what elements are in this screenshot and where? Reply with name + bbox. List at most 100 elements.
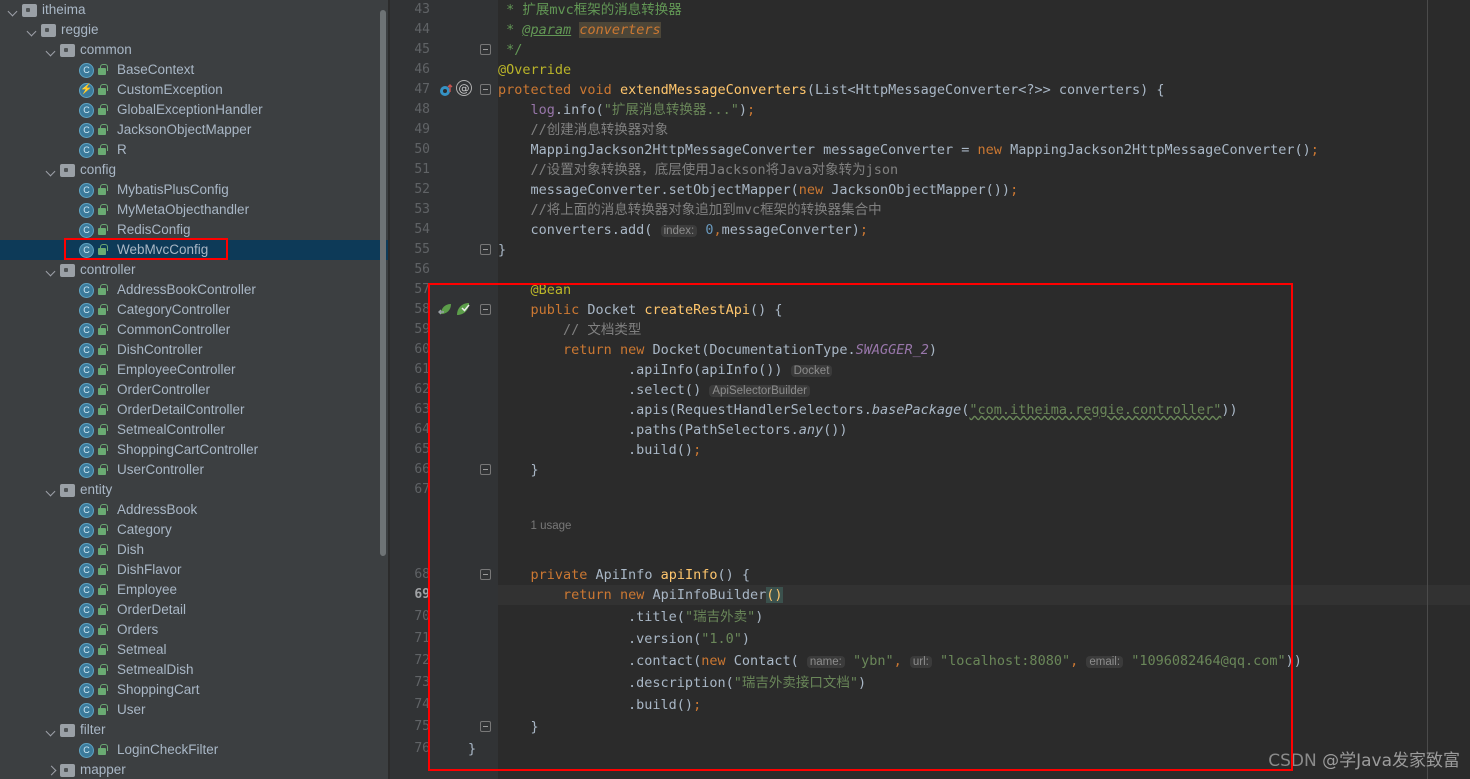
tree-item-shoppingcartcontroller[interactable]: C ShoppingCartController: [0, 440, 390, 460]
tree-item-setmeal[interactable]: C Setmeal: [0, 640, 390, 660]
tree-item-employee[interactable]: C Employee: [0, 580, 390, 600]
line-number-64[interactable]: 64: [390, 420, 430, 440]
tree-item-config[interactable]: config: [0, 160, 390, 180]
spring-bean-icon[interactable]: [455, 301, 471, 317]
tree-item-common[interactable]: common: [0, 40, 390, 60]
line-number-52[interactable]: 52: [390, 180, 430, 200]
code-line-44[interactable]: * @param converters: [498, 20, 661, 40]
line-number-54[interactable]: 54: [390, 220, 430, 240]
tree-item-entity[interactable]: entity: [0, 480, 390, 500]
tree-item-commoncontroller[interactable]: C CommonController: [0, 320, 390, 340]
line-number-60[interactable]: 60: [390, 340, 430, 360]
line-number-53[interactable]: 53: [390, 200, 430, 220]
tree-item-setmealcontroller[interactable]: C SetmealController: [0, 420, 390, 440]
line-number-gutter[interactable]: 43 44 45 46 47 48 49 50 51 52 53 54 55 56 57 58 59 60 61 62…: [390, 0, 476, 779]
line-number-67[interactable]: 67: [390, 480, 430, 500]
code-text-area[interactable]: * 扩展mvc框架的消息转换器 * @param converters */ @…: [468, 0, 1470, 779]
tree-item-r[interactable]: CR: [0, 140, 390, 160]
line-number-44[interactable]: 44: [390, 20, 430, 40]
chevron-down-icon[interactable]: [46, 265, 57, 276]
code-line-64[interactable]: .paths(PathSelectors.any()): [498, 420, 847, 440]
fold-marker-method-58[interactable]: [480, 304, 491, 315]
line-number-57[interactable]: 57: [390, 280, 430, 300]
tree-item-redisconfig[interactable]: C RedisConfig: [0, 220, 390, 240]
tree-item-employeecontroller[interactable]: C EmployeeController: [0, 360, 390, 380]
code-line-69[interactable]: return new ApiInfoBuilder(): [498, 585, 783, 605]
chevron-down-icon[interactable]: [8, 5, 19, 16]
code-editor[interactable]: 43 44 45 46 47 48 49 50 51 52 53 54 55 56 57 58 59 60 61 62…: [390, 0, 1470, 779]
line-number-58[interactable]: 58: [390, 300, 430, 320]
line-number-68[interactable]: 68: [390, 565, 430, 585]
tree-item-itheima[interactable]: itheima: [0, 0, 390, 20]
usage-hint-row[interactable]: 1 usage: [498, 515, 572, 535]
code-line-65[interactable]: .build();: [498, 440, 701, 460]
chevron-down-icon[interactable]: [46, 725, 57, 736]
code-line-63[interactable]: .apis(RequestHandlerSelectors.basePackag…: [498, 400, 1238, 420]
line-number-45[interactable]: 45: [390, 40, 430, 60]
sidebar-vertical-scrollbar[interactable]: [380, 10, 386, 556]
code-line-66[interactable]: }: [498, 460, 539, 480]
tree-item-filter[interactable]: filter: [0, 720, 390, 740]
tree-item-mymetaobjecthandler[interactable]: C MyMetaObjecthandler: [0, 200, 390, 220]
line-number-48[interactable]: 48: [390, 100, 430, 120]
fold-marker-method-68[interactable]: [480, 569, 491, 580]
code-line-59[interactable]: // 文档类型: [498, 320, 641, 340]
tree-item-customexception[interactable]: ⚡ CustomException: [0, 80, 390, 100]
line-number-55[interactable]: 55: [390, 240, 430, 260]
code-line-46[interactable]: @Override: [498, 60, 571, 80]
code-line-62[interactable]: .select() ApiSelectorBuilder: [498, 380, 810, 400]
tree-item-orderdetail[interactable]: C OrderDetail: [0, 600, 390, 620]
line-number-51[interactable]: 51: [390, 160, 430, 180]
tree-item-addressbookcontroller[interactable]: C AddressBookController: [0, 280, 390, 300]
line-number-47[interactable]: 47: [390, 80, 430, 100]
code-line-72[interactable]: .contact(new Contact( name: "ybn", url: …: [498, 651, 1302, 671]
line-number-72[interactable]: 72: [390, 651, 430, 671]
line-number-62[interactable]: 62: [390, 380, 430, 400]
line-number-65[interactable]: 65: [390, 440, 430, 460]
code-line-52[interactable]: messageConverter.setObjectMapper(new Jac…: [498, 180, 1019, 200]
line-number-56[interactable]: 56: [390, 260, 430, 280]
tree-item-webmvcconfig[interactable]: C WebMvcConfig: [0, 240, 390, 260]
chevron-down-icon[interactable]: [27, 25, 38, 36]
tree-item-dishcontroller[interactable]: C DishController: [0, 340, 390, 360]
chevron-down-icon[interactable]: [46, 165, 57, 176]
code-line-45[interactable]: */: [498, 40, 522, 60]
tree-item-controller[interactable]: controller: [0, 260, 390, 280]
line-number-76[interactable]: 76: [390, 739, 430, 759]
code-line-57[interactable]: @Bean: [498, 280, 572, 300]
inlay-hint-usage[interactable]: 1 usage: [531, 520, 572, 532]
code-line-71[interactable]: .version("1.0"): [498, 629, 750, 649]
line-number-63[interactable]: 63: [390, 400, 430, 420]
code-line-73[interactable]: .description("瑞吉外卖接口文档"): [498, 673, 866, 693]
code-line-43[interactable]: * 扩展mvc框架的消息转换器: [498, 0, 682, 20]
tree-item-user[interactable]: C User: [0, 700, 390, 720]
code-line-48[interactable]: log.info("扩展消息转换器...");: [498, 100, 756, 120]
code-line-53[interactable]: //将上面的消息转换器对象追加到mvc框架的转换器集合中: [498, 200, 882, 220]
line-number-59[interactable]: 59: [390, 320, 430, 340]
code-line-60[interactable]: return new Docket(DocumentationType.SWAG…: [498, 340, 937, 360]
tree-item-reggie[interactable]: reggie: [0, 20, 390, 40]
tree-item-ordercontroller[interactable]: C OrderController: [0, 380, 390, 400]
tree-item-categorycontroller[interactable]: C CategoryController: [0, 300, 390, 320]
code-line-56[interactable]: [498, 260, 506, 280]
fold-marker-method-66-end[interactable]: [480, 464, 491, 475]
tree-item-category[interactable]: C Category: [0, 520, 390, 540]
spring-bean-navigate-icon[interactable]: [438, 301, 454, 317]
tree-item-dishflavor[interactable]: C DishFlavor: [0, 560, 390, 580]
line-number-43[interactable]: 43: [390, 0, 430, 20]
tree-item-dish[interactable]: C Dish: [0, 540, 390, 560]
line-number-73[interactable]: 73: [390, 673, 430, 693]
code-line-76[interactable]: }: [468, 739, 476, 759]
annotation-at-icon[interactable]: @: [456, 80, 472, 96]
tree-item-globalexceptionhandler[interactable]: C GlobalExceptionHandler: [0, 100, 390, 120]
tree-item-jacksonobjectmapper[interactable]: C JacksonObjectMapper: [0, 120, 390, 140]
override-method-icon[interactable]: [439, 83, 453, 97]
tree-item-mybatisplusconfig[interactable]: C MybatisPlusConfig: [0, 180, 390, 200]
code-line-58[interactable]: public Docket createRestApi() {: [498, 300, 783, 320]
tree-item-orders[interactable]: C Orders: [0, 620, 390, 640]
tree-item-logincheckfilter[interactable]: C LoginCheckFilter: [0, 740, 390, 760]
line-number-46[interactable]: 46: [390, 60, 430, 80]
tree-item-addressbook[interactable]: C AddressBook: [0, 500, 390, 520]
line-number-70[interactable]: 70: [390, 607, 430, 627]
code-folding-strip[interactable]: [476, 0, 576, 779]
